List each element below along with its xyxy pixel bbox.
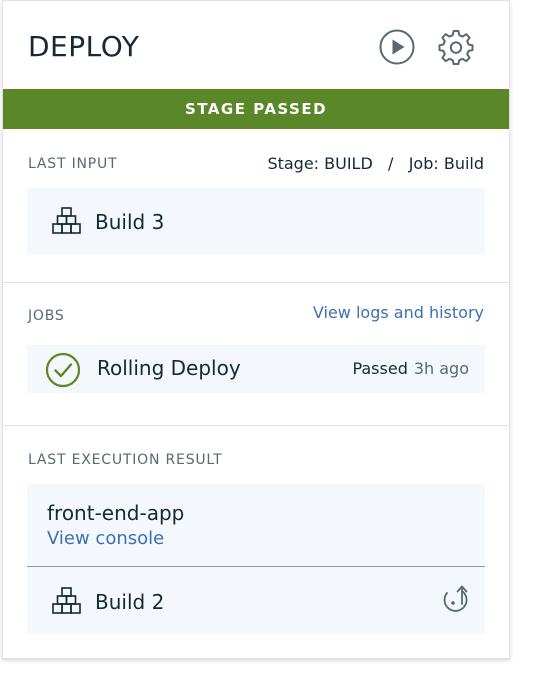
job-time: 3h ago <box>413 359 469 378</box>
job-row[interactable]: Rolling Deploy Passed 3h ago <box>27 345 485 393</box>
build-blocks-icon <box>52 207 82 235</box>
play-icon[interactable] <box>378 28 416 66</box>
redeploy-icon[interactable] <box>438 584 472 616</box>
execution-build-tile[interactable]: Build 2 <box>27 567 485 634</box>
job-status: Passed 3h ago <box>352 359 469 378</box>
execution-app-tile: front-end-app View console <box>27 484 485 566</box>
execution-build-label: Build 2 <box>95 590 165 614</box>
stage-job-info: Stage: BUILD / Job: Build <box>267 154 484 173</box>
section-divider <box>3 282 509 283</box>
last-input-build-label: Build 3 <box>95 210 165 234</box>
last-execution-heading: LAST EXECUTION RESULT <box>28 452 223 468</box>
job-name: Rolling Deploy <box>97 356 241 380</box>
last-input-build-tile[interactable]: Build 3 <box>27 188 485 254</box>
jobs-heading: JOBS <box>28 308 65 324</box>
view-console-link[interactable]: View console <box>47 528 164 549</box>
deploy-stage-card: DEPLOY STAGE PASSED LAST INPUT Stage: BU… <box>2 0 510 659</box>
gear-icon[interactable] <box>437 28 475 66</box>
view-logs-link[interactable]: View logs and history <box>313 303 484 322</box>
check-circle-icon <box>45 352 81 388</box>
app-name: front-end-app <box>47 501 185 525</box>
job-status-text: Passed <box>352 359 408 378</box>
last-input-heading: LAST INPUT <box>28 156 118 172</box>
stage-title: DEPLOY <box>28 30 140 63</box>
stage-status-banner: STAGE PASSED <box>3 89 509 129</box>
build-blocks-icon <box>52 587 82 615</box>
section-divider <box>3 425 509 426</box>
card-header: DEPLOY <box>3 1 509 89</box>
